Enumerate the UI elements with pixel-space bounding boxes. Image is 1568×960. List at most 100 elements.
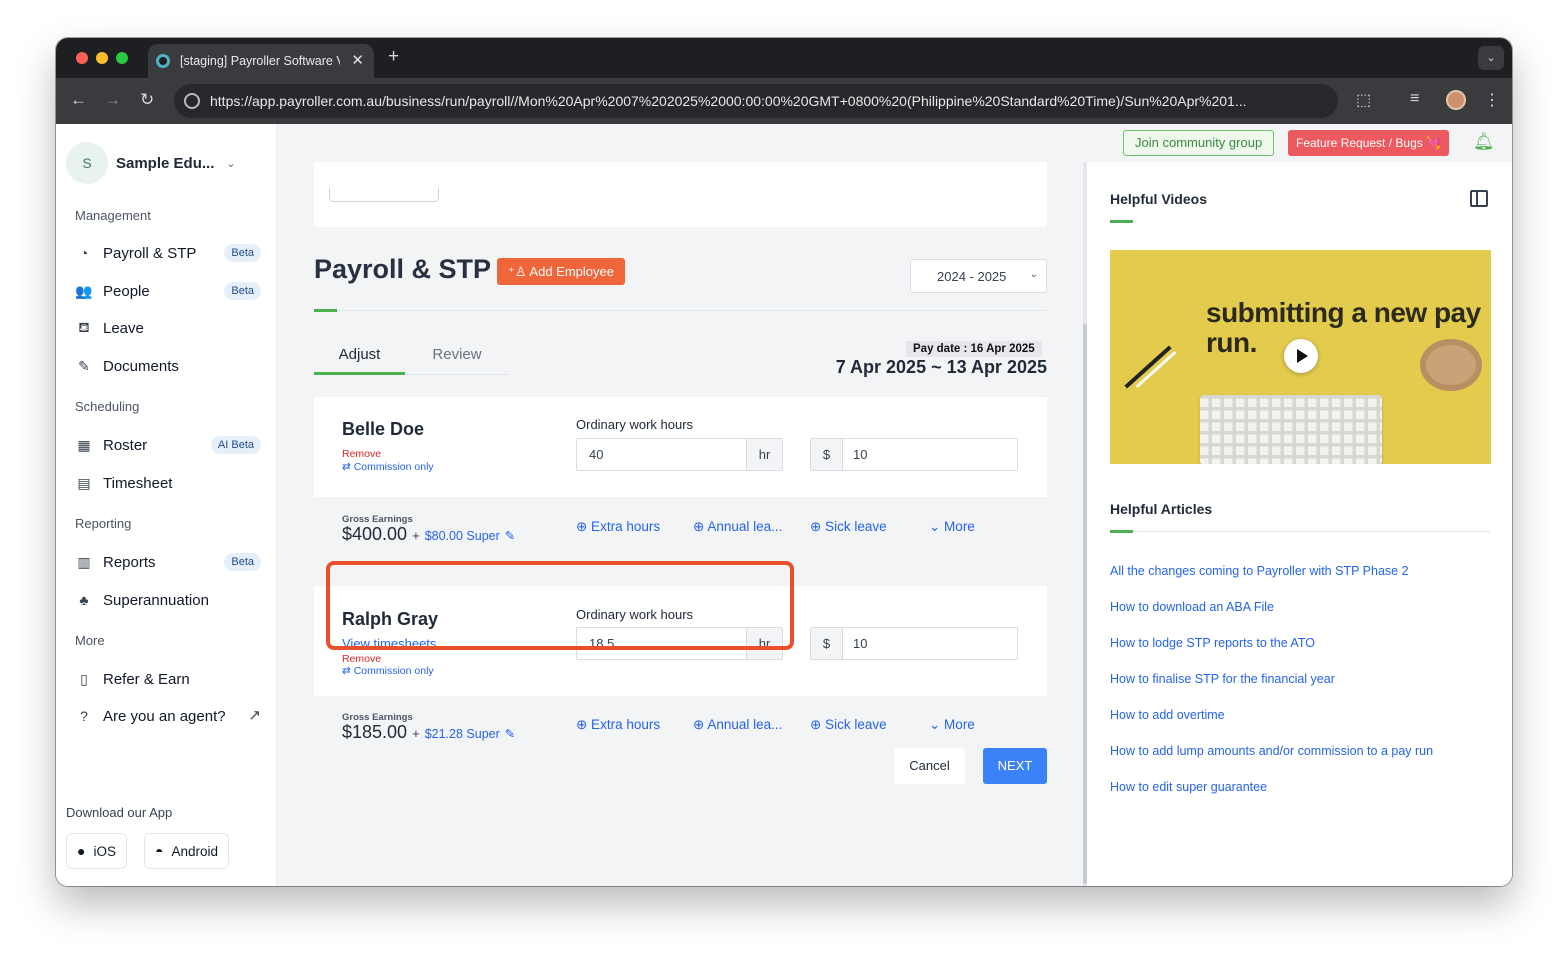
edit-icon[interactable]: ✎ (505, 727, 515, 741)
browser-tab[interactable]: [staging] Payroller Software V ✕ (148, 44, 374, 78)
sidebar-item-reports[interactable]: ▥ Reports Beta (75, 550, 261, 574)
profile-avatar-icon[interactable] (1446, 90, 1466, 110)
earnings-row: Gross Earnings $400.00 + $80.00 Super ✎ … (314, 497, 1047, 552)
sidebar-item-label: Superannuation (103, 591, 209, 609)
sick-leave-button[interactable]: ⊕ Sick leave (810, 519, 887, 535)
calendar-icon: ▦ (77, 436, 91, 453)
remove-link[interactable]: Remove (342, 653, 381, 665)
pay-date-badge: Pay date : 16 Apr 2025 (906, 341, 1042, 357)
collapse-panel-icon[interactable] (1470, 190, 1488, 207)
tab-review[interactable]: Review (405, 337, 509, 375)
pay-period: 7 Apr 2025 ~ 13 Apr 2025 (835, 357, 1047, 377)
article-link[interactable]: How to edit super guarantee (1110, 780, 1267, 794)
sidebar-item-refer[interactable]: ▯ Refer & Earn (75, 667, 261, 691)
sidebar-item-leave[interactable]: ⛾ Leave (75, 316, 261, 340)
more-button[interactable]: ⌄ More (929, 717, 975, 733)
sidebar: S Sample Edu... ⌄ Management ◔ Payroll &… (56, 124, 277, 886)
employee-name: Belle Doe (342, 419, 425, 439)
tab-close-icon[interactable]: ✕ (351, 51, 364, 69)
card-stub (329, 188, 439, 202)
sick-leave-button[interactable]: ⊕ Sick leave (810, 717, 887, 733)
sidebar-item-people[interactable]: 👥 People Beta (75, 279, 261, 303)
extensions-icon[interactable]: ⬚ (1356, 90, 1371, 110)
rate-input[interactable]: $ 10 (810, 438, 1018, 471)
extra-hours-button[interactable]: ⊕ Extra hours (576, 717, 660, 733)
sidebar-item-label: Timesheet (103, 474, 173, 492)
sidebar-item-roster[interactable]: ▦ Roster AI Beta (75, 433, 261, 457)
article-link[interactable]: How to lodge STP reports to the ATO (1110, 636, 1315, 650)
gross-earnings: $400.00 + $80.00 Super ✎ (342, 524, 515, 545)
browser-menu-icon[interactable]: ⋮ (1484, 90, 1500, 110)
more-button[interactable]: ⌄ More (929, 519, 975, 535)
tab-adjust[interactable]: Adjust (314, 337, 405, 375)
url-bar[interactable]: https://app.payroller.com.au/business/ru… (174, 84, 1338, 118)
commission-only-link[interactable]: ⇄ Commission only (342, 461, 434, 473)
tab-bar: [staging] Payroller Software V ✕ + ⌄ (56, 38, 1512, 78)
add-user-icon: ⁺♙ (508, 264, 530, 279)
remove-link[interactable]: Remove (342, 448, 381, 460)
hours-input[interactable]: 40 hr (576, 438, 783, 471)
annual-leave-button[interactable]: ⊕ Annual lea... (693, 519, 782, 535)
sidebar-item-superannuation[interactable]: ♣ Superannuation (75, 588, 261, 612)
article-link[interactable]: How to add lump amounts and/or commissio… (1110, 744, 1433, 758)
feature-request-button[interactable]: Feature Request / Bugs 💘 (1288, 130, 1450, 156)
financial-year-select[interactable]: 2024 - 2025 ⌄ (910, 259, 1047, 293)
article-link[interactable]: How to finalise STP for the financial ye… (1110, 672, 1335, 686)
plus-sign: + (412, 528, 420, 543)
article-link[interactable]: All the changes coming to Payroller with… (1110, 564, 1409, 578)
close-window-button[interactable] (76, 52, 88, 64)
zoom-window-button[interactable] (116, 52, 128, 64)
article-link[interactable]: How to add overtime (1110, 708, 1225, 722)
address-bar: ← → ↻ https://app.payroller.com.au/busin… (56, 78, 1512, 124)
sidebar-item-agent[interactable]: ? Are you an agent? ↗ (75, 704, 261, 728)
cancel-button[interactable]: Cancel (894, 748, 965, 784)
leave-icon: ⛾ (78, 318, 90, 335)
bell-icon[interactable]: 🔔︎ (1473, 132, 1495, 152)
join-community-button[interactable]: Join community group (1123, 130, 1275, 156)
sidebar-item-label: Refer & Earn (103, 670, 190, 688)
reload-icon[interactable]: ↻ (140, 90, 154, 110)
sidebar-item-timesheet[interactable]: ▤ Timesheet (75, 471, 261, 495)
beta-badge: Beta (224, 244, 261, 262)
sidebar-item-payroll[interactable]: ◔ Payroll & STP Beta (75, 241, 261, 265)
extra-hours-button[interactable]: ⊕ Extra hours (576, 519, 660, 535)
employee-card: Belle Doe Remove ⇄ Commission only Ordin… (314, 397, 1047, 497)
helpful-videos-title: Helpful Videos (1110, 191, 1207, 207)
article-link[interactable]: How to download an ABA File (1110, 600, 1274, 614)
rate-input[interactable]: $ 10 (810, 627, 1018, 660)
annual-leave-button[interactable]: ⊕ Annual lea... (693, 717, 782, 733)
minimize-window-button[interactable] (96, 52, 108, 64)
media-controls-icon[interactable]: ≡ (1410, 90, 1419, 108)
android-button[interactable]: ◓ Android (144, 833, 230, 869)
new-tab-icon[interactable]: + (388, 46, 399, 68)
org-switcher[interactable]: S Sample Edu... ⌄ (66, 142, 236, 184)
edit-icon[interactable]: ✎ (505, 529, 515, 543)
gross-value: $400.00 (342, 524, 408, 544)
back-icon[interactable]: ← (70, 90, 87, 110)
super-link[interactable]: $80.00 Super (425, 529, 500, 543)
ios-button[interactable]: ● iOS (66, 833, 127, 869)
sidebar-item-documents[interactable]: ✎ Documents (75, 354, 261, 378)
sidebar-item-label: Roster (103, 436, 148, 454)
next-button[interactable]: NEXT (983, 748, 1047, 784)
gross-value: $185.00 (342, 722, 408, 742)
play-icon[interactable] (1284, 339, 1318, 373)
section-management: Management (75, 208, 151, 223)
url-text: https://app.payroller.com.au/business/ru… (210, 93, 1247, 109)
super-link[interactable]: $21.28 Super (425, 727, 500, 741)
rate-value: 10 (853, 636, 868, 651)
chevron-down-icon: ⌄ (1029, 269, 1038, 280)
add-employee-button[interactable]: ⁺♙ Add Employee (497, 258, 625, 285)
site-info-icon[interactable] (184, 93, 200, 109)
tab-search-icon[interactable]: ⌄ (1478, 46, 1504, 70)
favicon-icon (156, 54, 170, 68)
sidebar-item-label: Payroll & STP (103, 244, 197, 262)
android-label: Android (171, 843, 219, 859)
commission-only-link[interactable]: ⇄ Commission only (342, 665, 434, 677)
tab-title: [staging] Payroller Software V (180, 54, 340, 68)
forward-icon[interactable]: → (104, 90, 121, 110)
title-accent (314, 309, 337, 312)
hours-unit: hr (746, 439, 782, 470)
apple-icon: ● (77, 843, 86, 859)
video-thumbnail[interactable]: submitting a new pay run. (1110, 250, 1491, 464)
